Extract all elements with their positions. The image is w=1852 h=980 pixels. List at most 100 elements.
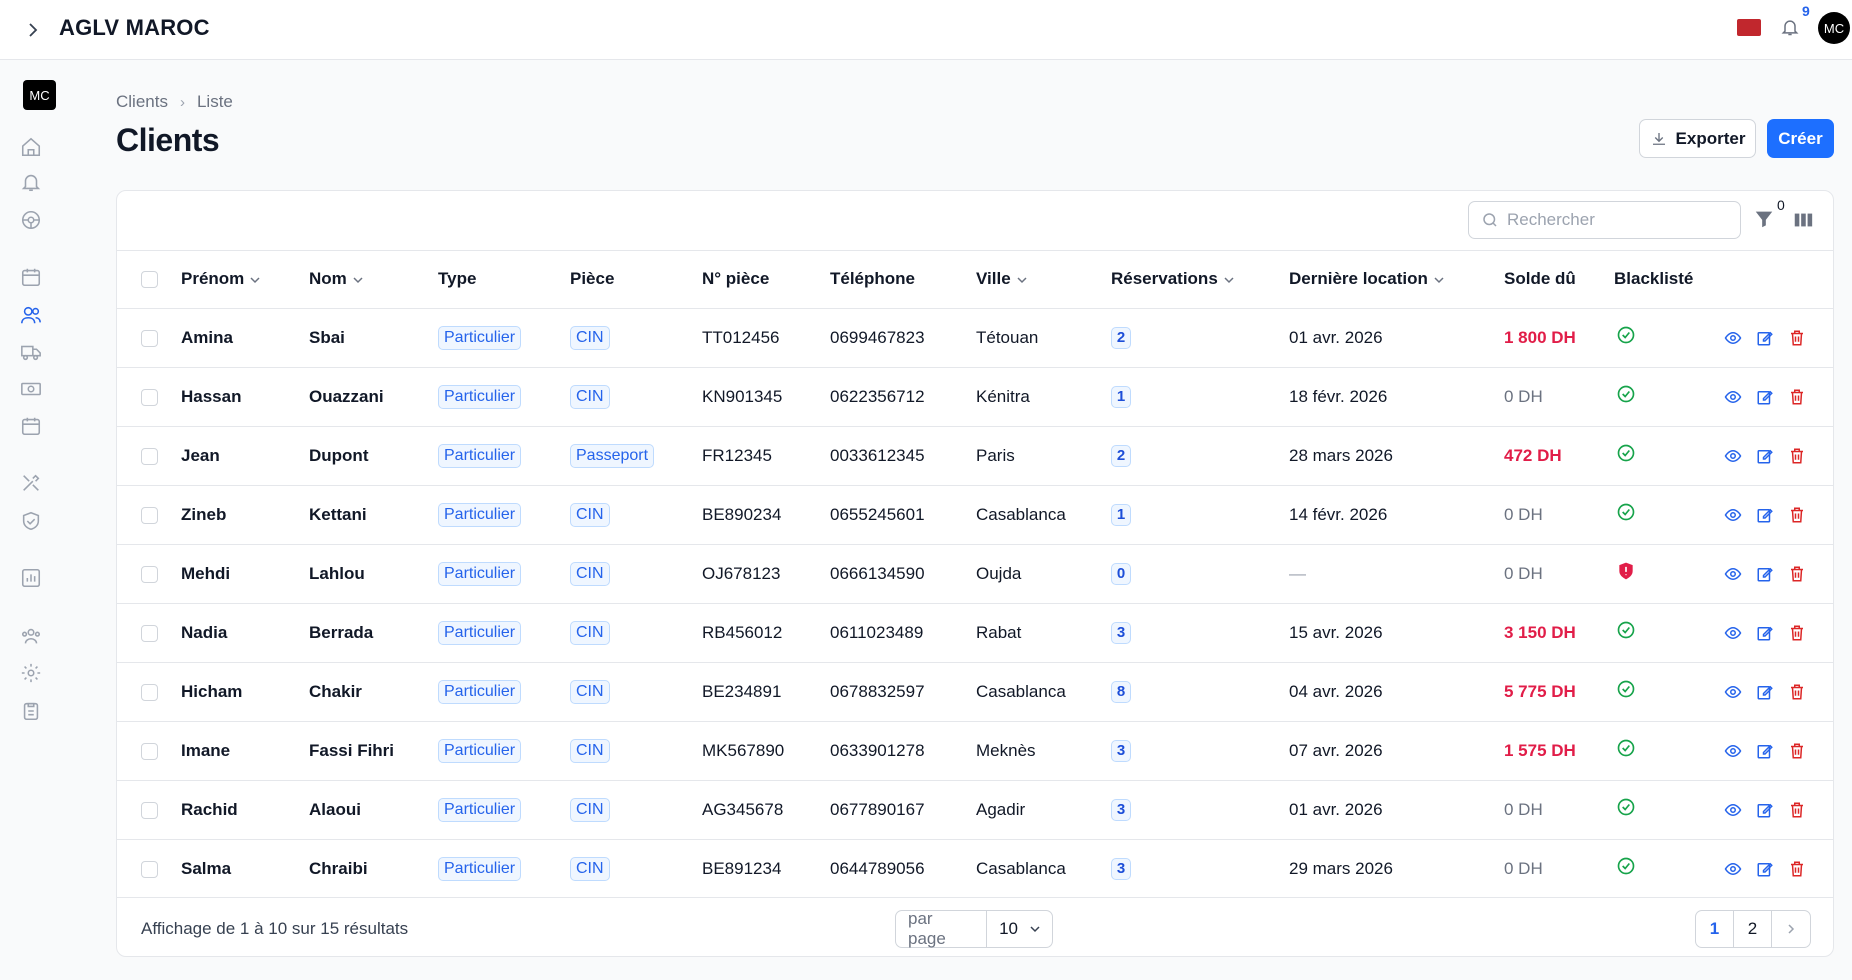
team-icon[interactable] bbox=[16, 621, 46, 651]
view-eye-icon[interactable] bbox=[1724, 801, 1742, 819]
export-button[interactable]: Exporter bbox=[1639, 119, 1756, 158]
reservations-badge: 0 bbox=[1111, 562, 1131, 585]
per-page-value[interactable]: 10 bbox=[987, 919, 1052, 939]
edit-icon[interactable] bbox=[1756, 624, 1774, 642]
delete-trash-icon[interactable] bbox=[1788, 506, 1806, 524]
delete-trash-icon[interactable] bbox=[1788, 742, 1806, 760]
bell-icon[interactable] bbox=[16, 167, 46, 197]
edit-icon[interactable] bbox=[1756, 801, 1774, 819]
edit-icon[interactable] bbox=[1756, 683, 1774, 701]
edit-icon[interactable] bbox=[1756, 447, 1774, 465]
piece-badge: CIN bbox=[570, 738, 610, 763]
view-eye-icon[interactable] bbox=[1724, 624, 1742, 642]
bell-icon[interactable] bbox=[1777, 14, 1803, 40]
check-circle-icon bbox=[1616, 798, 1636, 821]
col-derniere-location[interactable]: Dernière location bbox=[1289, 251, 1504, 308]
calendar-check-icon[interactable] bbox=[16, 411, 46, 441]
row-checkbox[interactable] bbox=[141, 624, 158, 642]
money-icon[interactable] bbox=[16, 374, 46, 404]
col-ville[interactable]: Ville bbox=[976, 251, 1111, 308]
cell-num-piece: MK567890 bbox=[702, 740, 785, 760]
delete-trash-icon[interactable] bbox=[1788, 624, 1806, 642]
cell-nom: Berrada bbox=[309, 622, 374, 642]
cell-solde: 0 DH bbox=[1504, 386, 1543, 406]
delete-trash-icon[interactable] bbox=[1788, 801, 1806, 819]
row-checkbox[interactable] bbox=[141, 860, 158, 878]
select-all-checkbox[interactable] bbox=[141, 271, 158, 289]
shield-check-icon[interactable] bbox=[16, 506, 46, 536]
col-reservations[interactable]: Réservations bbox=[1111, 251, 1289, 308]
view-eye-icon[interactable] bbox=[1724, 388, 1742, 406]
cell-derniere-location: 18 févr. 2026 bbox=[1289, 386, 1388, 406]
row-checkbox[interactable] bbox=[141, 565, 158, 583]
filter-icon[interactable] bbox=[1753, 208, 1775, 230]
row-checkbox[interactable] bbox=[141, 801, 158, 819]
table-header-row: Prénom Nom Type Pièce N° pièce Téléphone… bbox=[117, 251, 1833, 308]
chart-icon[interactable] bbox=[16, 563, 46, 593]
delete-trash-icon[interactable] bbox=[1788, 683, 1806, 701]
page-title: Clients bbox=[116, 122, 220, 158]
steering-wheel-icon[interactable] bbox=[16, 205, 46, 235]
view-eye-icon[interactable] bbox=[1724, 742, 1742, 760]
edit-icon[interactable] bbox=[1756, 329, 1774, 347]
delete-trash-icon[interactable] bbox=[1788, 565, 1806, 583]
view-eye-icon[interactable] bbox=[1724, 447, 1742, 465]
row-checkbox[interactable] bbox=[141, 388, 158, 406]
gear-icon[interactable] bbox=[16, 658, 46, 688]
per-page-select[interactable]: par page 10 bbox=[895, 909, 1053, 948]
col-nom[interactable]: Nom bbox=[309, 251, 438, 308]
truck-icon[interactable] bbox=[16, 337, 46, 367]
page-1-button[interactable]: 1 bbox=[1696, 911, 1734, 947]
view-eye-icon[interactable] bbox=[1724, 565, 1742, 583]
view-eye-icon[interactable] bbox=[1724, 506, 1742, 524]
cell-derniere-location: 14 févr. 2026 bbox=[1289, 504, 1388, 524]
delete-trash-icon[interactable] bbox=[1788, 860, 1806, 878]
reservations-badge: 3 bbox=[1111, 739, 1131, 762]
home-icon[interactable] bbox=[16, 132, 46, 162]
calendar-icon[interactable] bbox=[16, 262, 46, 292]
row-checkbox[interactable] bbox=[141, 506, 158, 524]
row-checkbox[interactable] bbox=[141, 683, 158, 701]
search-input[interactable] bbox=[1507, 210, 1727, 230]
type-badge: Particulier bbox=[438, 620, 522, 645]
row-checkbox[interactable] bbox=[141, 742, 158, 760]
view-eye-icon[interactable] bbox=[1724, 683, 1742, 701]
sidebar-logo[interactable]: MC bbox=[23, 80, 56, 110]
cell-prenom: Zineb bbox=[181, 504, 227, 524]
tools-icon[interactable] bbox=[16, 468, 46, 498]
delete-trash-icon[interactable] bbox=[1788, 447, 1806, 465]
table-row: Amina Sbai Particulier CIN TT012456 069946782… bbox=[117, 308, 1833, 367]
check-circle-icon bbox=[1616, 385, 1636, 408]
type-badge: Particulier bbox=[438, 856, 522, 881]
users-icon[interactable] bbox=[16, 300, 46, 330]
cell-ville: Tétouan bbox=[976, 327, 1039, 347]
cell-ville: Casablanca bbox=[976, 681, 1066, 701]
row-checkbox[interactable] bbox=[141, 329, 158, 347]
user-avatar[interactable]: MC bbox=[1818, 12, 1850, 44]
breadcrumb-root[interactable]: Clients bbox=[116, 92, 168, 112]
cell-prenom: Hassan bbox=[181, 386, 242, 406]
edit-icon[interactable] bbox=[1756, 506, 1774, 524]
reservations-badge: 3 bbox=[1111, 798, 1131, 821]
row-checkbox[interactable] bbox=[141, 447, 158, 465]
cell-ville: Kénitra bbox=[976, 386, 1030, 406]
chevron-right-icon bbox=[1788, 924, 1795, 934]
reservations-badge: 8 bbox=[1111, 680, 1131, 703]
columns-icon[interactable] bbox=[1792, 209, 1814, 231]
view-eye-icon[interactable] bbox=[1724, 860, 1742, 878]
page-2-button[interactable]: 2 bbox=[1734, 911, 1772, 947]
edit-icon[interactable] bbox=[1756, 742, 1774, 760]
cell-telephone: 0622356712 bbox=[830, 386, 925, 406]
language-flag-icon[interactable] bbox=[1737, 19, 1761, 36]
delete-trash-icon[interactable] bbox=[1788, 388, 1806, 406]
create-button[interactable]: Créer bbox=[1767, 119, 1834, 158]
edit-icon[interactable] bbox=[1756, 565, 1774, 583]
clipboard-icon[interactable] bbox=[16, 696, 46, 726]
view-eye-icon[interactable] bbox=[1724, 329, 1742, 347]
edit-icon[interactable] bbox=[1756, 860, 1774, 878]
edit-icon[interactable] bbox=[1756, 388, 1774, 406]
next-page-button[interactable] bbox=[1772, 911, 1810, 947]
delete-trash-icon[interactable] bbox=[1788, 329, 1806, 347]
chevron-right-icon[interactable] bbox=[20, 17, 46, 43]
col-prenom[interactable]: Prénom bbox=[181, 251, 309, 308]
